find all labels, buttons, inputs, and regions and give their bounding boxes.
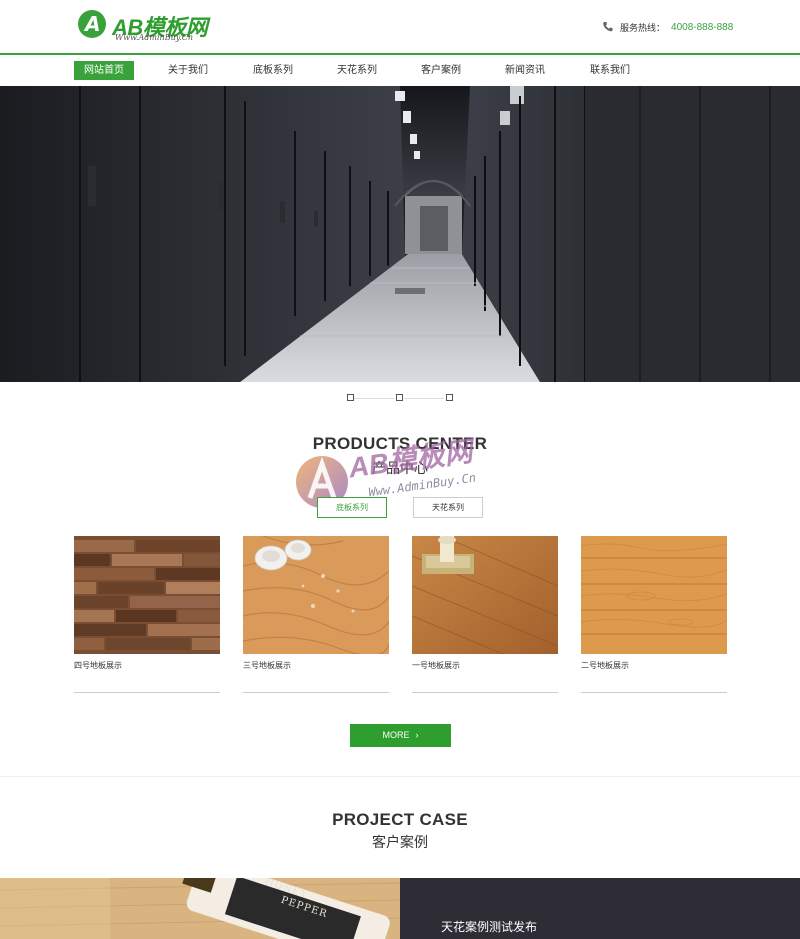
cases-title-en: PROJECT CASE	[332, 810, 468, 829]
more-button[interactable]: MORE ›	[350, 724, 451, 747]
card-divider	[412, 692, 558, 693]
card-divider	[581, 692, 727, 693]
card-divider	[74, 692, 220, 693]
hotline-number[interactable]: 4008-888-888	[671, 22, 733, 33]
nav-item-about[interactable]: 关于我们	[168, 61, 208, 80]
cases-title-cn: 客户案例	[372, 834, 428, 850]
slider-dot-3[interactable]	[446, 394, 453, 401]
case-image[interactable]: HONEY PEPPER	[0, 878, 400, 939]
slider-connector	[354, 398, 394, 399]
product-name[interactable]: 一号地板展示	[412, 660, 460, 671]
case-title[interactable]: 天花案例测试发布	[441, 918, 537, 935]
product-image[interactable]	[243, 536, 389, 654]
product-name[interactable]: 二号地板展示	[581, 660, 629, 671]
logo-subtitle: Www.AdminBuy.Cn	[115, 33, 194, 42]
section-divider	[0, 776, 800, 777]
product-image[interactable]	[412, 536, 558, 654]
featured-case[interactable]: HONEY PEPPER 天花案例测试发布	[0, 878, 800, 939]
nav-item-home[interactable]: 网站首页	[74, 61, 134, 80]
nav-item-floor-series[interactable]: 底板系列	[253, 61, 293, 80]
main-nav: 网站首页 关于我们 底板系列 天花系列 客户案例 新闻资讯 联系我们	[0, 53, 800, 86]
product-name[interactable]: 四号地板展示	[74, 660, 122, 671]
nav-item-ceiling-series[interactable]: 天花系列	[337, 61, 377, 80]
hotline-label: 服务热线：	[620, 22, 666, 33]
chevron-right-icon: ›	[415, 730, 419, 740]
product-image[interactable]	[74, 536, 220, 654]
tab-ceiling-series[interactable]: 天花系列	[413, 497, 483, 518]
more-button-label: MORE	[382, 730, 410, 740]
slider-dot-1[interactable]	[347, 394, 354, 401]
hero-banner-image	[0, 86, 800, 382]
product-card[interactable]: 三号地板展示	[243, 536, 389, 694]
logo-mark-icon	[78, 10, 106, 38]
product-image[interactable]	[581, 536, 727, 654]
nav-item-contact[interactable]: 联系我们	[590, 61, 630, 80]
site-header: AB模板网 Www.AdminBuy.Cn 服务热线： 4008-888-888	[0, 0, 800, 54]
hero-banner[interactable]	[0, 86, 800, 382]
product-card[interactable]: 四号地板展示	[74, 536, 220, 694]
nav-item-news[interactable]: 新闻资讯	[505, 61, 545, 80]
slider-connector	[404, 398, 444, 399]
card-divider	[243, 692, 389, 693]
product-card[interactable]: 一号地板展示	[412, 536, 558, 694]
nav-item-cases[interactable]: 客户案例	[421, 61, 461, 80]
tab-floor-series[interactable]: 底板系列	[317, 497, 387, 518]
product-card[interactable]: 二号地板展示	[581, 536, 727, 694]
slider-dot-2[interactable]	[396, 394, 403, 401]
phone-icon	[603, 22, 613, 32]
product-name[interactable]: 三号地板展示	[243, 660, 291, 671]
case-info-panel: 天花案例测试发布	[400, 878, 800, 939]
slider-pagination	[0, 390, 800, 406]
site-logo[interactable]: AB模板网 Www.AdminBuy.Cn	[78, 10, 218, 46]
hotline: 服务热线： 4008-888-888	[602, 20, 733, 34]
